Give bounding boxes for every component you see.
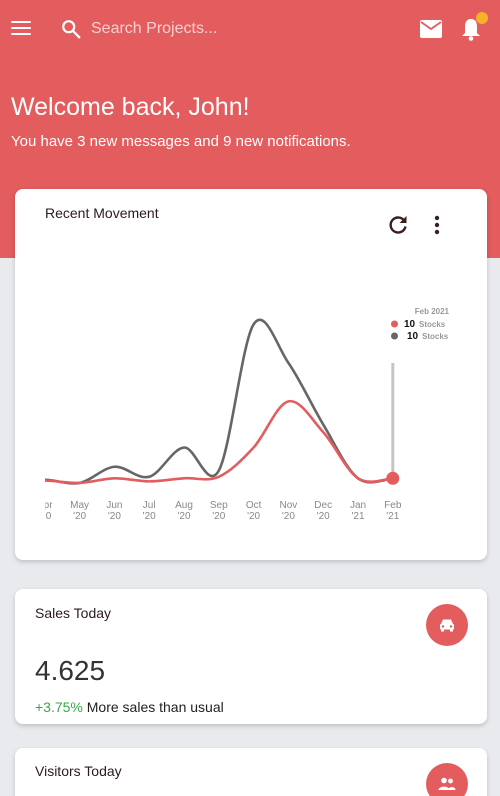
x-tick-label: Nov [280, 500, 298, 511]
people-icon [438, 777, 456, 790]
x-tick-label: '20 [317, 511, 330, 522]
x-tick-label: Sep [210, 500, 228, 511]
highlight-point [386, 471, 400, 485]
x-tick-label: '20 [282, 511, 295, 522]
x-tick-label: '20 [108, 511, 121, 522]
chart-tooltip: Feb 202110 Stocks10 Stocks [386, 299, 456, 355]
x-tick-label: Jan [350, 500, 366, 511]
x-tick-label: '21 [386, 511, 399, 522]
tooltip-marker [391, 320, 398, 328]
x-tick-label: Apr [37, 500, 53, 511]
welcome-title: Welcome back, John! [11, 93, 250, 121]
x-tick-label: '20 [212, 511, 225, 522]
top-bar [0, 0, 500, 58]
tooltip-date: Feb 2021 [415, 307, 450, 316]
tooltip-value: 10 [407, 331, 419, 342]
sales-change-line: +3.75% More sales than usual [35, 699, 224, 715]
x-tick-label: Dec [314, 500, 332, 511]
x-tick-label: '20 [177, 511, 190, 522]
x-tick-label: Mar [15, 500, 19, 511]
x-tick-label: '21 [351, 511, 364, 522]
menu-icon[interactable] [11, 20, 31, 36]
x-tick-label: Feb [384, 500, 402, 511]
x-tick-label: '20 [143, 511, 156, 522]
x-tick-label: '20 [247, 511, 260, 522]
recent-movement-card: Recent Movement Mar'20Apr'20May'20Jun'20… [15, 189, 487, 560]
welcome-subtitle: You have 3 new messages and 9 new notifi… [11, 133, 351, 150]
tooltip-marker [391, 332, 398, 340]
x-tick-label: May [70, 500, 89, 511]
car-button[interactable] [426, 604, 468, 646]
mail-icon[interactable] [419, 19, 443, 39]
visitors-today-card: Visitors Today [15, 748, 487, 796]
tooltip-value: 10 [404, 319, 416, 330]
tooltip-unit: Stocks [419, 320, 446, 329]
sales-change-percent: +3.75% [35, 699, 83, 715]
x-tick-label: Oct [246, 500, 262, 511]
card-title: Sales Today [35, 605, 112, 621]
sales-value: 4.625 [35, 655, 106, 686]
card-title: Visitors Today [35, 763, 122, 779]
car-icon [440, 619, 454, 632]
movement-chart: Mar'20Apr'20May'20Jun'20Jul'20Aug'20Sep'… [15, 299, 456, 522]
sales-today-card: Sales Today 4.625 +3.75% More sales than… [15, 589, 487, 724]
x-tick-label: Aug [175, 500, 193, 511]
search-icon [62, 20, 81, 39]
people-button[interactable] [426, 763, 468, 796]
notification-badge [476, 12, 488, 24]
sales-change-label: More sales than usual [86, 699, 224, 715]
x-tick-label: '20 [38, 511, 51, 522]
tooltip-unit: Stocks [422, 332, 449, 341]
x-tick-label: Jul [143, 500, 156, 511]
x-tick-label: Jun [106, 500, 122, 511]
x-tick-label: '20 [15, 511, 17, 522]
search-input[interactable] [91, 16, 391, 42]
x-tick-label: '20 [73, 511, 86, 522]
series-line-0 [45, 318, 393, 485]
